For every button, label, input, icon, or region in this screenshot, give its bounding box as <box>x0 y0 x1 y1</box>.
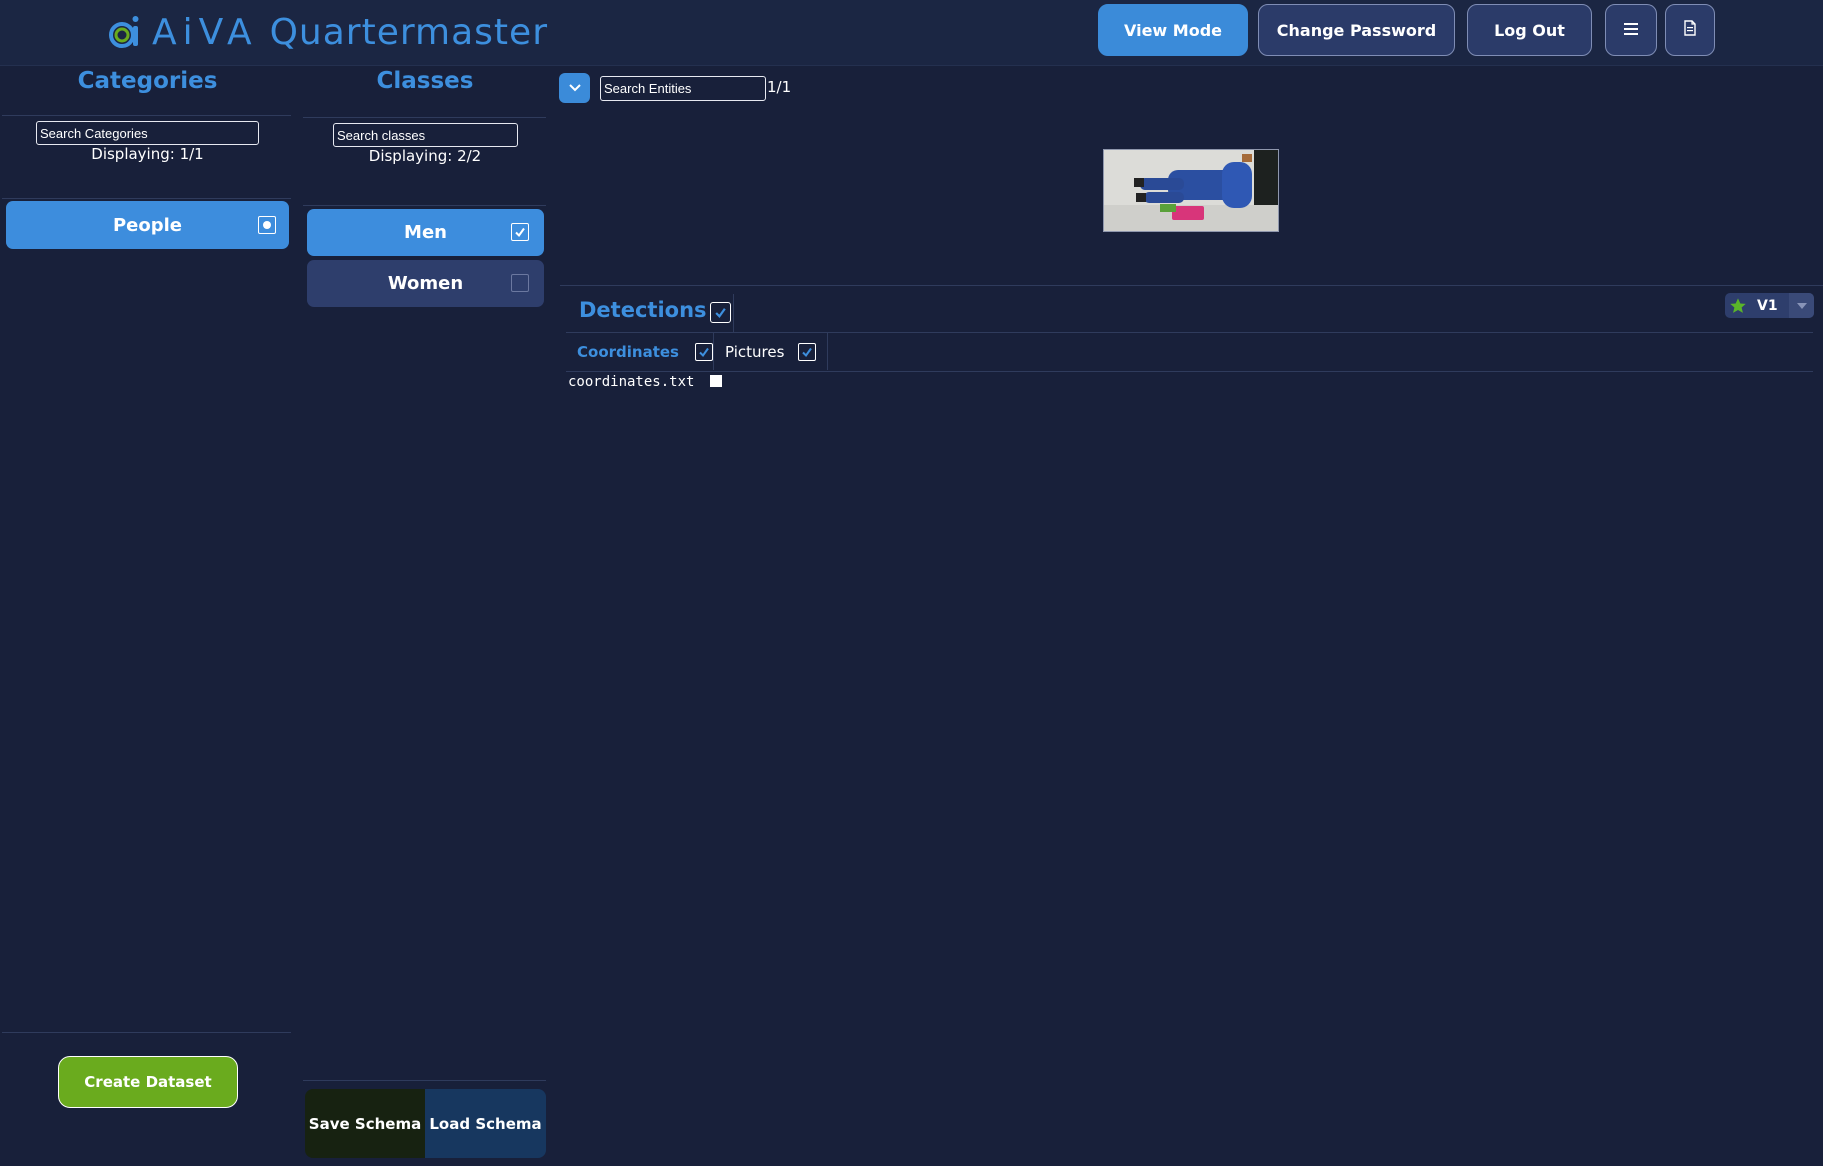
change-password-button[interactable]: Change Password <box>1258 4 1455 56</box>
classes-title: Classes <box>376 68 474 94</box>
tab-coordinates-label: Coordinates <box>577 342 679 361</box>
class-item-label: Women <box>387 273 464 294</box>
category-item-people[interactable]: People <box>6 201 289 249</box>
tab-pictures[interactable]: Pictures <box>725 333 817 370</box>
tab-pictures-checkbox[interactable] <box>798 342 817 361</box>
class-item-label: Men <box>404 222 447 243</box>
classes-divider <box>303 117 546 118</box>
star-icon <box>1729 297 1747 315</box>
tab-coordinates-checkbox[interactable] <box>694 342 713 361</box>
document-button[interactable] <box>1665 4 1715 56</box>
categories-title: Categories <box>77 68 218 94</box>
log-out-button[interactable]: Log Out <box>1467 4 1592 56</box>
collapse-toggle-button[interactable] <box>559 73 590 103</box>
classes-divider-2 <box>303 205 546 206</box>
caret-down-icon[interactable] <box>1789 293 1814 318</box>
search-categories-input[interactable] <box>36 121 259 145</box>
tabs-divider <box>566 371 1813 372</box>
product-name: Quartermaster <box>269 11 548 53</box>
chevron-down-icon <box>568 84 581 92</box>
tab-separator-2 <box>827 333 828 370</box>
file-coordinates[interactable]: coordinates.txt <box>568 374 694 390</box>
create-dataset-button[interactable]: Create Dataset <box>58 1056 238 1108</box>
checkmark-icon <box>802 347 813 357</box>
checkmark-icon <box>515 227 525 238</box>
entities-divider <box>560 285 1823 286</box>
search-entities-input[interactable] <box>600 76 766 101</box>
checkmark-icon <box>699 347 709 357</box>
class-item-women[interactable]: Women <box>307 260 544 307</box>
tab-pictures-label: Pictures <box>725 342 785 361</box>
entities-count: 1/1 <box>767 78 792 96</box>
view-mode-button[interactable]: View Mode <box>1098 4 1248 56</box>
brand-name: AiVA <box>152 11 258 53</box>
tab-separator <box>713 333 714 370</box>
class-checkbox-men[interactable] <box>511 223 529 241</box>
category-item-label: People <box>112 214 183 236</box>
entity-thumbnail[interactable] <box>1103 149 1279 232</box>
load-schema-button[interactable]: Load Schema <box>425 1089 546 1158</box>
detections-title-separator <box>733 294 734 332</box>
version-label: V1 <box>1757 297 1778 314</box>
class-item-men[interactable]: Men <box>307 209 544 256</box>
search-classes-input[interactable] <box>333 123 518 147</box>
tab-coordinates[interactable]: Coordinates <box>577 333 713 370</box>
file-checkbox[interactable] <box>710 375 722 387</box>
classes-displaying-count: Displaying: 2/2 <box>368 147 482 165</box>
checkmark-icon <box>715 308 726 318</box>
categories-divider-2 <box>2 198 291 199</box>
version-selector[interactable]: V1 <box>1725 293 1814 318</box>
classes-footer-divider <box>303 1080 546 1081</box>
categories-divider <box>2 115 291 116</box>
class-checkbox-women[interactable] <box>511 274 529 292</box>
categories-footer-divider <box>2 1032 291 1033</box>
radio-dot-icon <box>263 221 271 229</box>
category-radio[interactable] <box>258 216 276 234</box>
save-schema-button[interactable]: Save Schema <box>305 1089 425 1158</box>
menu-button[interactable] <box>1605 4 1657 56</box>
app-logo: AiVA Quartermaster <box>108 10 548 54</box>
document-icon <box>1683 20 1697 40</box>
categories-displaying-count: Displaying: 1/1 <box>91 145 204 163</box>
logo-icon <box>108 14 142 50</box>
hamburger-icon <box>1623 21 1639 40</box>
detections-checkbox[interactable] <box>710 302 731 323</box>
top-header: AiVA Quartermaster View Mode Change Passw… <box>0 0 1823 66</box>
detections-title: Detections <box>579 298 707 322</box>
